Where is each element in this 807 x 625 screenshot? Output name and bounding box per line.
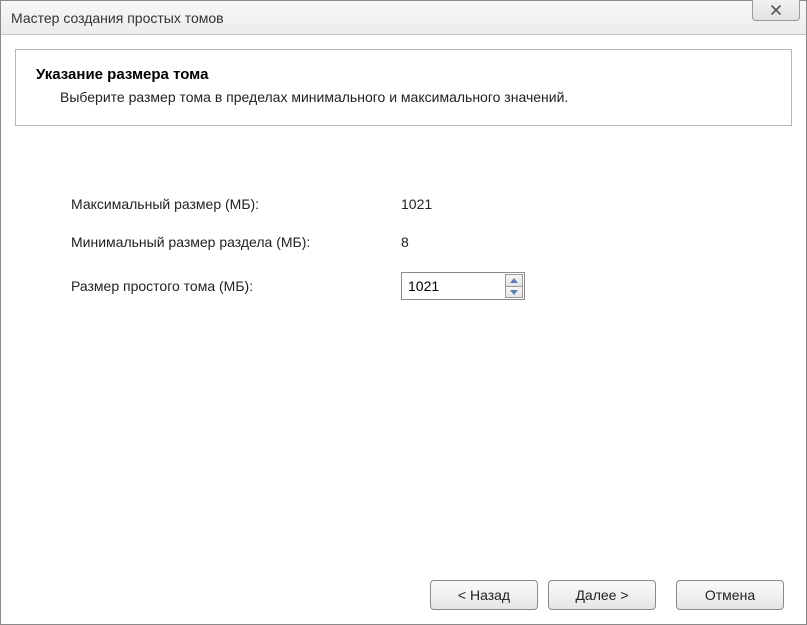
form-area: Максимальный размер (МБ): 1021 Минимальн… xyxy=(1,126,806,342)
spinner-down-button[interactable] xyxy=(505,286,523,299)
min-size-value: 8 xyxy=(401,234,601,250)
max-size-value: 1021 xyxy=(401,196,601,212)
spinner-up-button[interactable] xyxy=(505,274,523,286)
cancel-button[interactable]: Отмена xyxy=(676,580,784,610)
titlebar: Мастер создания простых томов xyxy=(1,1,806,35)
close-button[interactable] xyxy=(752,0,800,21)
back-button[interactable]: < Назад xyxy=(430,580,538,610)
footer-buttons: < Назад Далее > Отмена xyxy=(1,566,806,624)
wizard-window: Мастер создания простых томов Указание р… xyxy=(0,0,807,625)
volume-size-spinner xyxy=(401,272,525,300)
volume-size-label: Размер простого тома (МБ): xyxy=(71,278,401,294)
close-icon xyxy=(770,5,782,15)
window-title: Мастер создания простых томов xyxy=(11,10,224,26)
min-size-row: Минимальный размер раздела (МБ): 8 xyxy=(71,234,786,250)
page-title: Указание размера тома xyxy=(36,66,771,83)
chevron-down-icon xyxy=(510,290,518,295)
volume-size-row: Размер простого тома (МБ): xyxy=(71,272,786,300)
max-size-row: Максимальный размер (МБ): 1021 xyxy=(71,196,786,212)
header-panel: Указание размера тома Выберите размер то… xyxy=(15,49,792,126)
chevron-up-icon xyxy=(510,278,518,283)
next-button[interactable]: Далее > xyxy=(548,580,656,610)
max-size-label: Максимальный размер (МБ): xyxy=(71,196,401,212)
page-description: Выберите размер тома в пределах минималь… xyxy=(60,87,660,107)
min-size-label: Минимальный размер раздела (МБ): xyxy=(71,234,401,250)
